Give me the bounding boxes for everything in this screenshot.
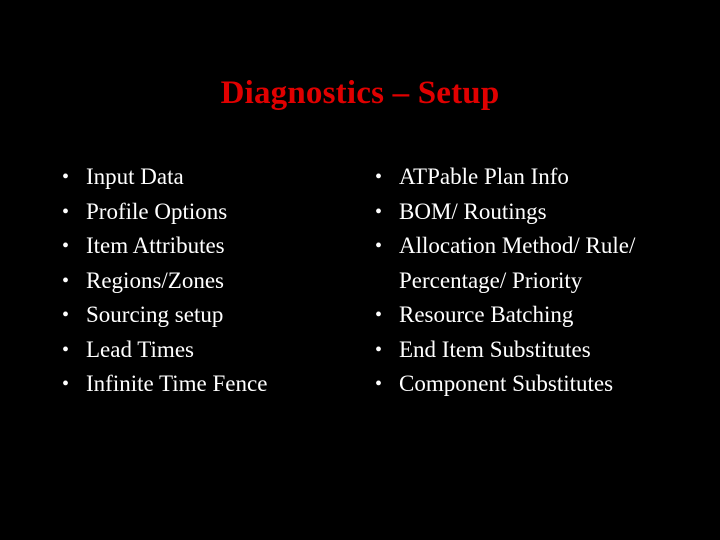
- list-item[interactable]: • BOM/ Routings: [369, 195, 689, 230]
- bullet-point-icon: •: [375, 200, 383, 223]
- bullet-point-icon: •: [375, 304, 383, 326]
- list-item[interactable]: • Profile Options: [56, 195, 356, 230]
- list-item-label: Allocation Method/ Rule/ Percentage/ Pri…: [399, 233, 636, 293]
- page-title: Diagnostics – Setup: [220, 75, 500, 111]
- list-item[interactable]: • Lead Times: [56, 333, 356, 368]
- bullet-column-right: • ATPable Plan Info • BOM/ Routings • Al…: [369, 160, 689, 402]
- bullet-point-icon: •: [62, 166, 70, 188]
- list-item[interactable]: • ATPable Plan Info: [369, 160, 689, 195]
- list-item[interactable]: • Allocation Method/ Rule/ Percentage/ P…: [369, 229, 689, 298]
- list-item[interactable]: • Resource Batching: [369, 298, 689, 333]
- bullet-point-icon: •: [375, 166, 383, 188]
- bullet-point-icon: •: [375, 235, 383, 257]
- list-item-label: Profile Options: [86, 198, 228, 224]
- list-item-label: Component Substitutes: [399, 371, 614, 396]
- list-item[interactable]: • Infinite Time Fence: [56, 367, 356, 402]
- list-item-label: Lead Times: [86, 336, 194, 362]
- bullet-point-icon: •: [62, 235, 70, 257]
- list-item-label: ATPable Plan Info: [399, 164, 569, 189]
- list-item-label: Input Data: [86, 164, 184, 189]
- list-item-label: Regions/Zones: [86, 267, 224, 293]
- bullet-point-icon: •: [62, 338, 70, 361]
- list-item[interactable]: • Sourcing setup: [56, 298, 356, 333]
- list-item-label: Infinite Time Fence: [86, 371, 268, 396]
- bullet-point-icon: •: [62, 269, 70, 292]
- list-item[interactable]: • Regions/Zones: [56, 264, 356, 299]
- list-item-label: End Item Substitutes: [399, 336, 591, 362]
- bullet-list-left: • Input Data • Profile Options • Item At…: [56, 160, 356, 402]
- list-item-label: Sourcing setup: [86, 302, 224, 327]
- bullet-column-left: • Input Data • Profile Options • Item At…: [56, 160, 356, 402]
- bullet-point-icon: •: [62, 304, 70, 326]
- list-item[interactable]: • Component Substitutes: [369, 367, 689, 402]
- list-item[interactable]: • Input Data: [56, 160, 356, 195]
- bullet-point-icon: •: [62, 200, 70, 223]
- list-item-label: BOM/ Routings: [399, 198, 547, 224]
- bullet-point-icon: •: [62, 373, 70, 395]
- list-item-label: Item Attributes: [86, 233, 225, 258]
- list-item[interactable]: • Item Attributes: [56, 229, 356, 264]
- bullet-point-icon: •: [375, 338, 383, 361]
- list-item-label: Resource Batching: [399, 302, 574, 327]
- bullet-list-right: • ATPable Plan Info • BOM/ Routings • Al…: [369, 160, 689, 402]
- list-item[interactable]: • End Item Substitutes: [369, 333, 689, 368]
- bullet-point-icon: •: [375, 373, 383, 395]
- slide-body: • Input Data • Profile Options • Item At…: [0, 160, 720, 410]
- slide-canvas: Diagnostics – Setup • Input Data • Profi…: [0, 0, 720, 540]
